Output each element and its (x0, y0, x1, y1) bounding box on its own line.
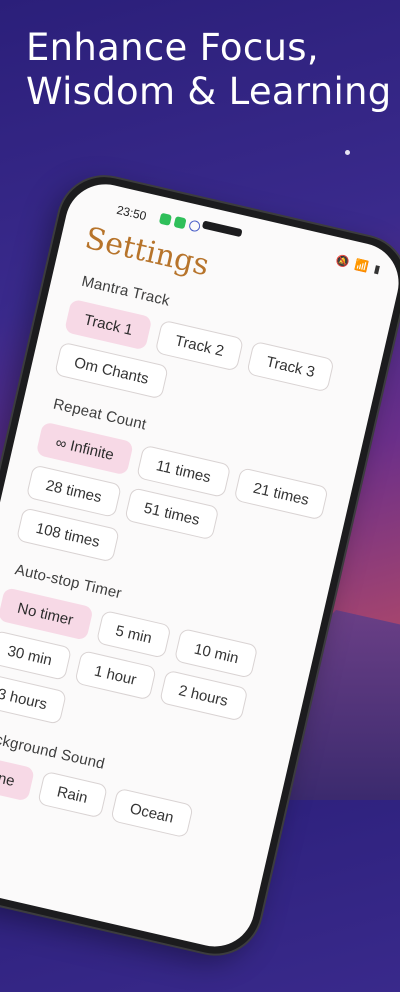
option-chip[interactable]: 3 hours (0, 672, 68, 725)
option-chip[interactable]: 51 times (123, 487, 220, 541)
camera-notch (201, 220, 243, 238)
option-chip[interactable]: 1 hour (74, 650, 157, 701)
option-chip[interactable]: Track 3 (246, 340, 336, 393)
option-chip[interactable]: 2 hours (158, 669, 249, 722)
wifi-icon: 📶 (353, 258, 370, 274)
option-chip[interactable]: Track 1 (63, 298, 153, 351)
app-notification-icon (158, 212, 173, 226)
option-chip[interactable]: No timer (0, 587, 94, 641)
option-chip[interactable]: 10 min (174, 627, 259, 679)
status-time: 23:50 (115, 202, 148, 224)
option-chip[interactable]: Ocean (109, 787, 194, 839)
notification-icons (158, 212, 202, 233)
globe-icon (188, 219, 202, 233)
option-chip[interactable]: Track 2 (155, 319, 245, 372)
option-chip[interactable]: 11 times (136, 444, 231, 498)
option-chip[interactable]: None (0, 752, 35, 802)
mute-icon: 🔕 (334, 254, 351, 270)
battery-icon: ▮ (372, 263, 382, 277)
phone-frame: 23:50 🔕 📶 ▮ Settings Mantra Track Track 1… (0, 168, 400, 963)
star-decoration (345, 150, 350, 155)
option-chip[interactable]: 5 min (95, 609, 173, 659)
system-icons: 🔕 📶 ▮ (334, 253, 381, 276)
option-chip[interactable]: 28 times (25, 464, 122, 518)
app-notification-icon (173, 216, 187, 230)
option-chip[interactable]: Rain (36, 770, 108, 819)
option-chip[interactable]: 30 min (0, 630, 73, 681)
option-chip[interactable]: 21 times (233, 467, 330, 521)
phone-screen: 23:50 🔕 📶 ▮ Settings Mantra Track Track 1… (0, 176, 400, 955)
promo-headline: Enhance Focus, Wisdom & Learning (26, 26, 392, 113)
phone-mockup: 23:50 🔕 📶 ▮ Settings Mantra Track Track 1… (0, 168, 400, 992)
option-chip[interactable]: Om Chants (54, 341, 169, 400)
